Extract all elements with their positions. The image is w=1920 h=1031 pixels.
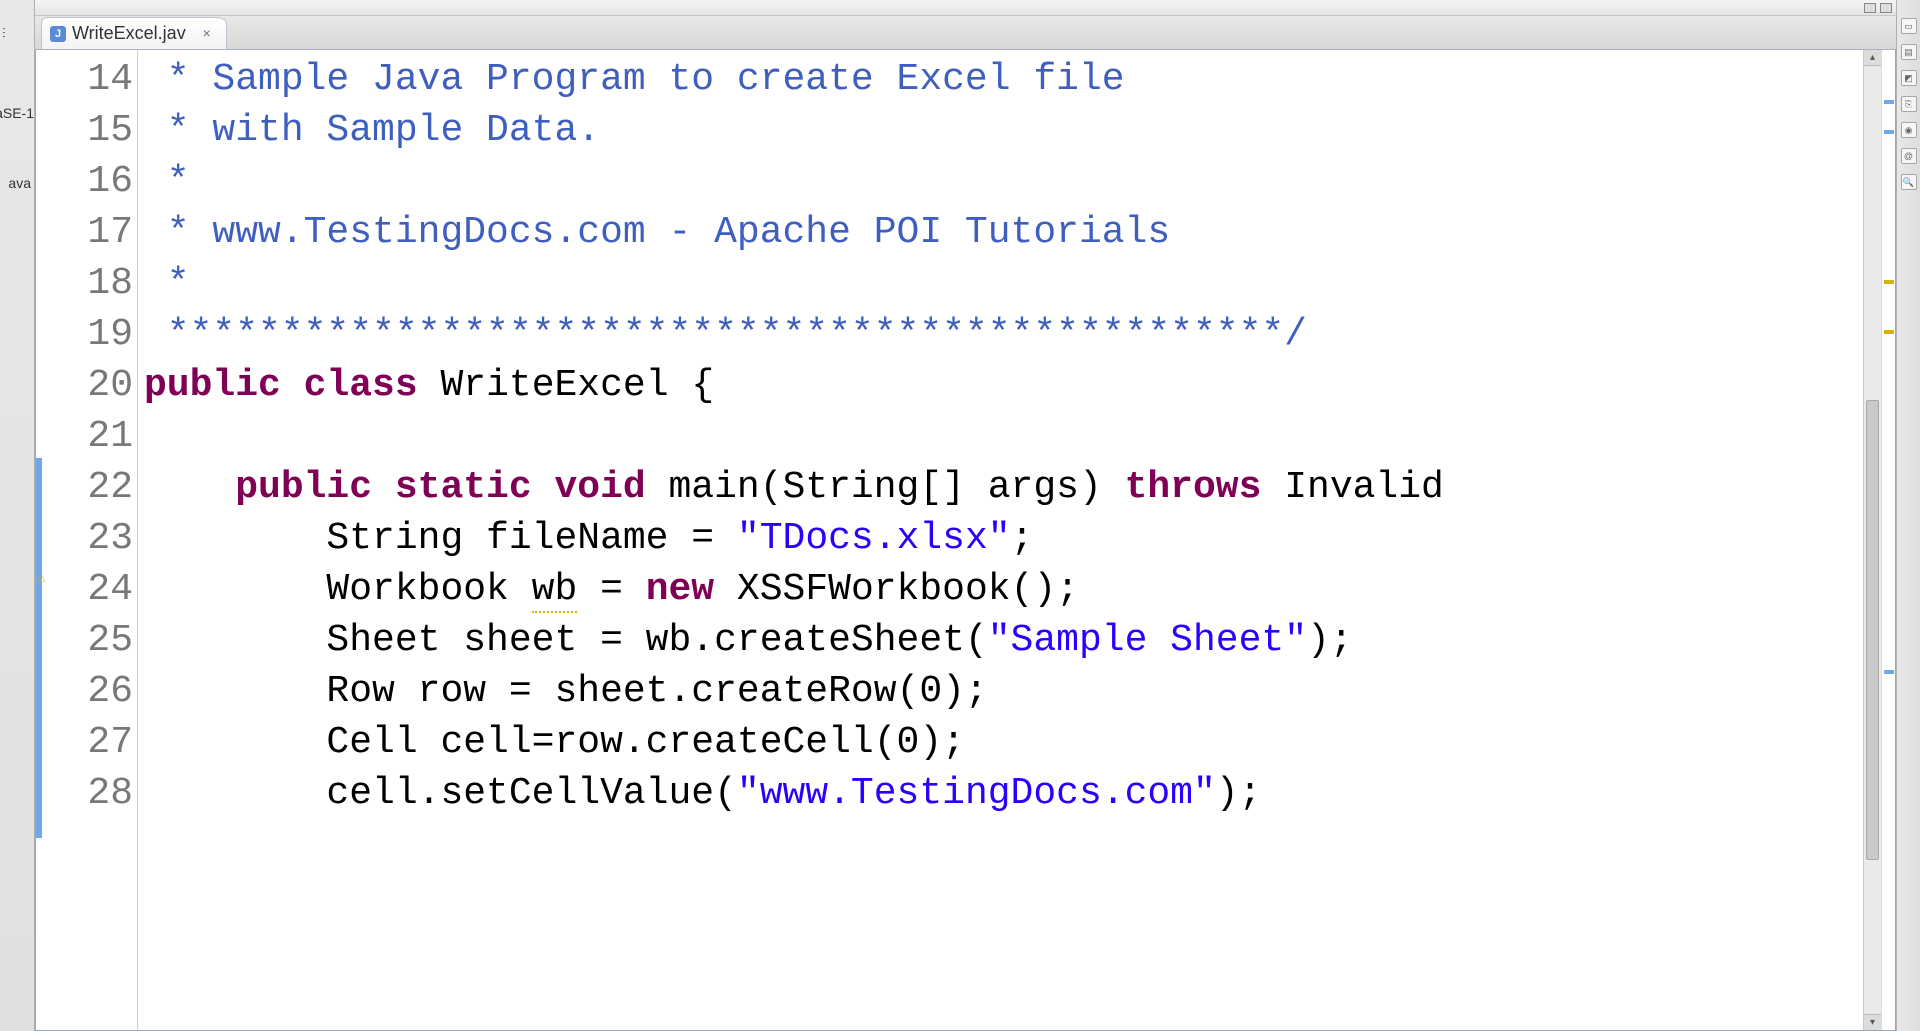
scroll-thumb[interactable] <box>1866 400 1879 860</box>
overview-mark[interactable] <box>1884 330 1894 334</box>
view-toolbar <box>35 0 1896 16</box>
editor-column: J WriteExcel.jav × ⚠ 1415161718192021222… <box>35 0 1896 1031</box>
overview-ruler[interactable] <box>1881 50 1895 1030</box>
left-frag-jre: aSE-1 <box>0 105 34 121</box>
gutter: ⚠ 141516171819202122232425262728 <box>36 50 138 1030</box>
scroll-down-button[interactable]: ▾ <box>1864 1014 1881 1030</box>
change-marker-strip: ⚠ <box>36 50 46 1030</box>
minimize-view-button[interactable] <box>1864 3 1876 13</box>
editor-area: ⚠ 141516171819202122232425262728 * Sampl… <box>35 50 1896 1031</box>
left-cropped-panel: ⫶ aSE-1 ava <box>0 0 35 1031</box>
right-tool-button-3[interactable]: ⎘ <box>1901 96 1917 112</box>
vertical-scrollbar[interactable]: ▴ ▾ <box>1863 50 1881 1030</box>
overview-mark[interactable] <box>1884 130 1894 134</box>
right-tool-button-1[interactable]: ▤ <box>1901 44 1917 60</box>
left-frag-marker: ⫶ <box>2 25 6 42</box>
right-tool-button-5[interactable]: @ <box>1901 148 1917 164</box>
overview-mark[interactable] <box>1884 100 1894 104</box>
right-tool-button-2[interactable]: ◩ <box>1901 70 1917 86</box>
right-tool-button-6[interactable]: 🔍 <box>1901 174 1917 190</box>
line-numbers: 141516171819202122232425262728 <box>36 54 137 819</box>
overview-mark[interactable] <box>1884 280 1894 284</box>
right-tool-button-0[interactable]: ▭ <box>1901 18 1917 34</box>
change-bar <box>36 458 42 838</box>
right-toolbar: ▭ ▤ ◩ ⎘ ◉ @ 🔍 <box>1896 0 1920 1031</box>
overview-mark[interactable] <box>1884 670 1894 674</box>
app-root: ⫶ aSE-1 ava J WriteExcel.jav × ⚠ 1415161… <box>0 0 1920 1031</box>
code-text-area[interactable]: * Sample Java Program to create Excel fi… <box>138 50 1863 1030</box>
scroll-up-button[interactable]: ▴ <box>1864 50 1881 66</box>
maximize-view-button[interactable] <box>1880 3 1892 13</box>
tab-label: WriteExcel.jav <box>72 23 186 44</box>
editor-tab-writeexcel[interactable]: J WriteExcel.jav × <box>41 17 227 49</box>
left-frag-ext: ava <box>8 175 31 191</box>
warning-marker-icon: ⚠ <box>37 574 47 584</box>
editor-tab-bar: J WriteExcel.jav × <box>35 16 1896 50</box>
right-tool-button-4[interactable]: ◉ <box>1901 122 1917 138</box>
java-file-icon: J <box>50 26 66 42</box>
close-tab-button[interactable]: × <box>200 27 214 41</box>
